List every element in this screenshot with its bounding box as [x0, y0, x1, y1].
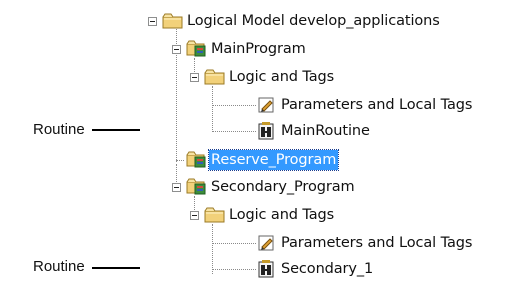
tree-node-main-routine[interactable]: MainRoutine [256, 120, 372, 142]
tree-node-label[interactable]: MainProgram [209, 39, 308, 59]
tree-node-label[interactable]: Logical Model develop_applications [185, 11, 442, 31]
program-icon [186, 178, 208, 196]
tree-node-secondary-program[interactable]: Secondary_Program [172, 176, 357, 198]
collapse-toggle[interactable] [148, 17, 157, 26]
tree-node-main-parameters[interactable]: Parameters and Local Tags [256, 94, 474, 116]
collapse-toggle[interactable] [190, 211, 199, 220]
routine-icon [256, 260, 278, 278]
program-icon [186, 40, 208, 58]
tree-node-secondary-routine[interactable]: Secondary_1 [256, 258, 375, 280]
tree-node-label-selected[interactable]: Reserve_Program [207, 149, 340, 171]
tree-node-secondary-parameters[interactable]: Parameters and Local Tags [256, 232, 474, 254]
tag-document-icon [256, 96, 278, 114]
collapse-toggle[interactable] [172, 183, 181, 192]
tree-node-label[interactable]: Secondary_1 [279, 259, 375, 279]
tree-node-secondary-logic-folder[interactable]: Logic and Tags [190, 204, 336, 226]
tree-node-label[interactable]: Logic and Tags [227, 205, 336, 225]
folder-icon [204, 206, 226, 224]
folder-icon [204, 68, 226, 86]
program-icon [186, 151, 208, 169]
logical-model-tree[interactable]: Logical Model develop_applications MainP… [140, 0, 525, 279]
tree-node-reserve-program[interactable]: Reserve_Program [186, 149, 340, 171]
tree-node-label[interactable]: Parameters and Local Tags [279, 233, 474, 253]
collapse-toggle[interactable] [172, 45, 181, 54]
folder-icon [162, 12, 184, 30]
routine-icon [256, 122, 278, 140]
tree-node-label[interactable]: Secondary_Program [209, 177, 357, 197]
tree-node-main-program[interactable]: MainProgram [172, 38, 308, 60]
tree-node-root[interactable]: Logical Model develop_applications [148, 10, 442, 32]
tree-node-label[interactable]: Parameters and Local Tags [279, 95, 474, 115]
tag-document-icon [256, 234, 278, 252]
collapse-toggle[interactable] [190, 73, 199, 82]
tree-node-label[interactable]: MainRoutine [279, 121, 372, 141]
tree-node-main-logic-folder[interactable]: Logic and Tags [190, 66, 336, 88]
tree-node-label[interactable]: Logic and Tags [227, 67, 336, 87]
